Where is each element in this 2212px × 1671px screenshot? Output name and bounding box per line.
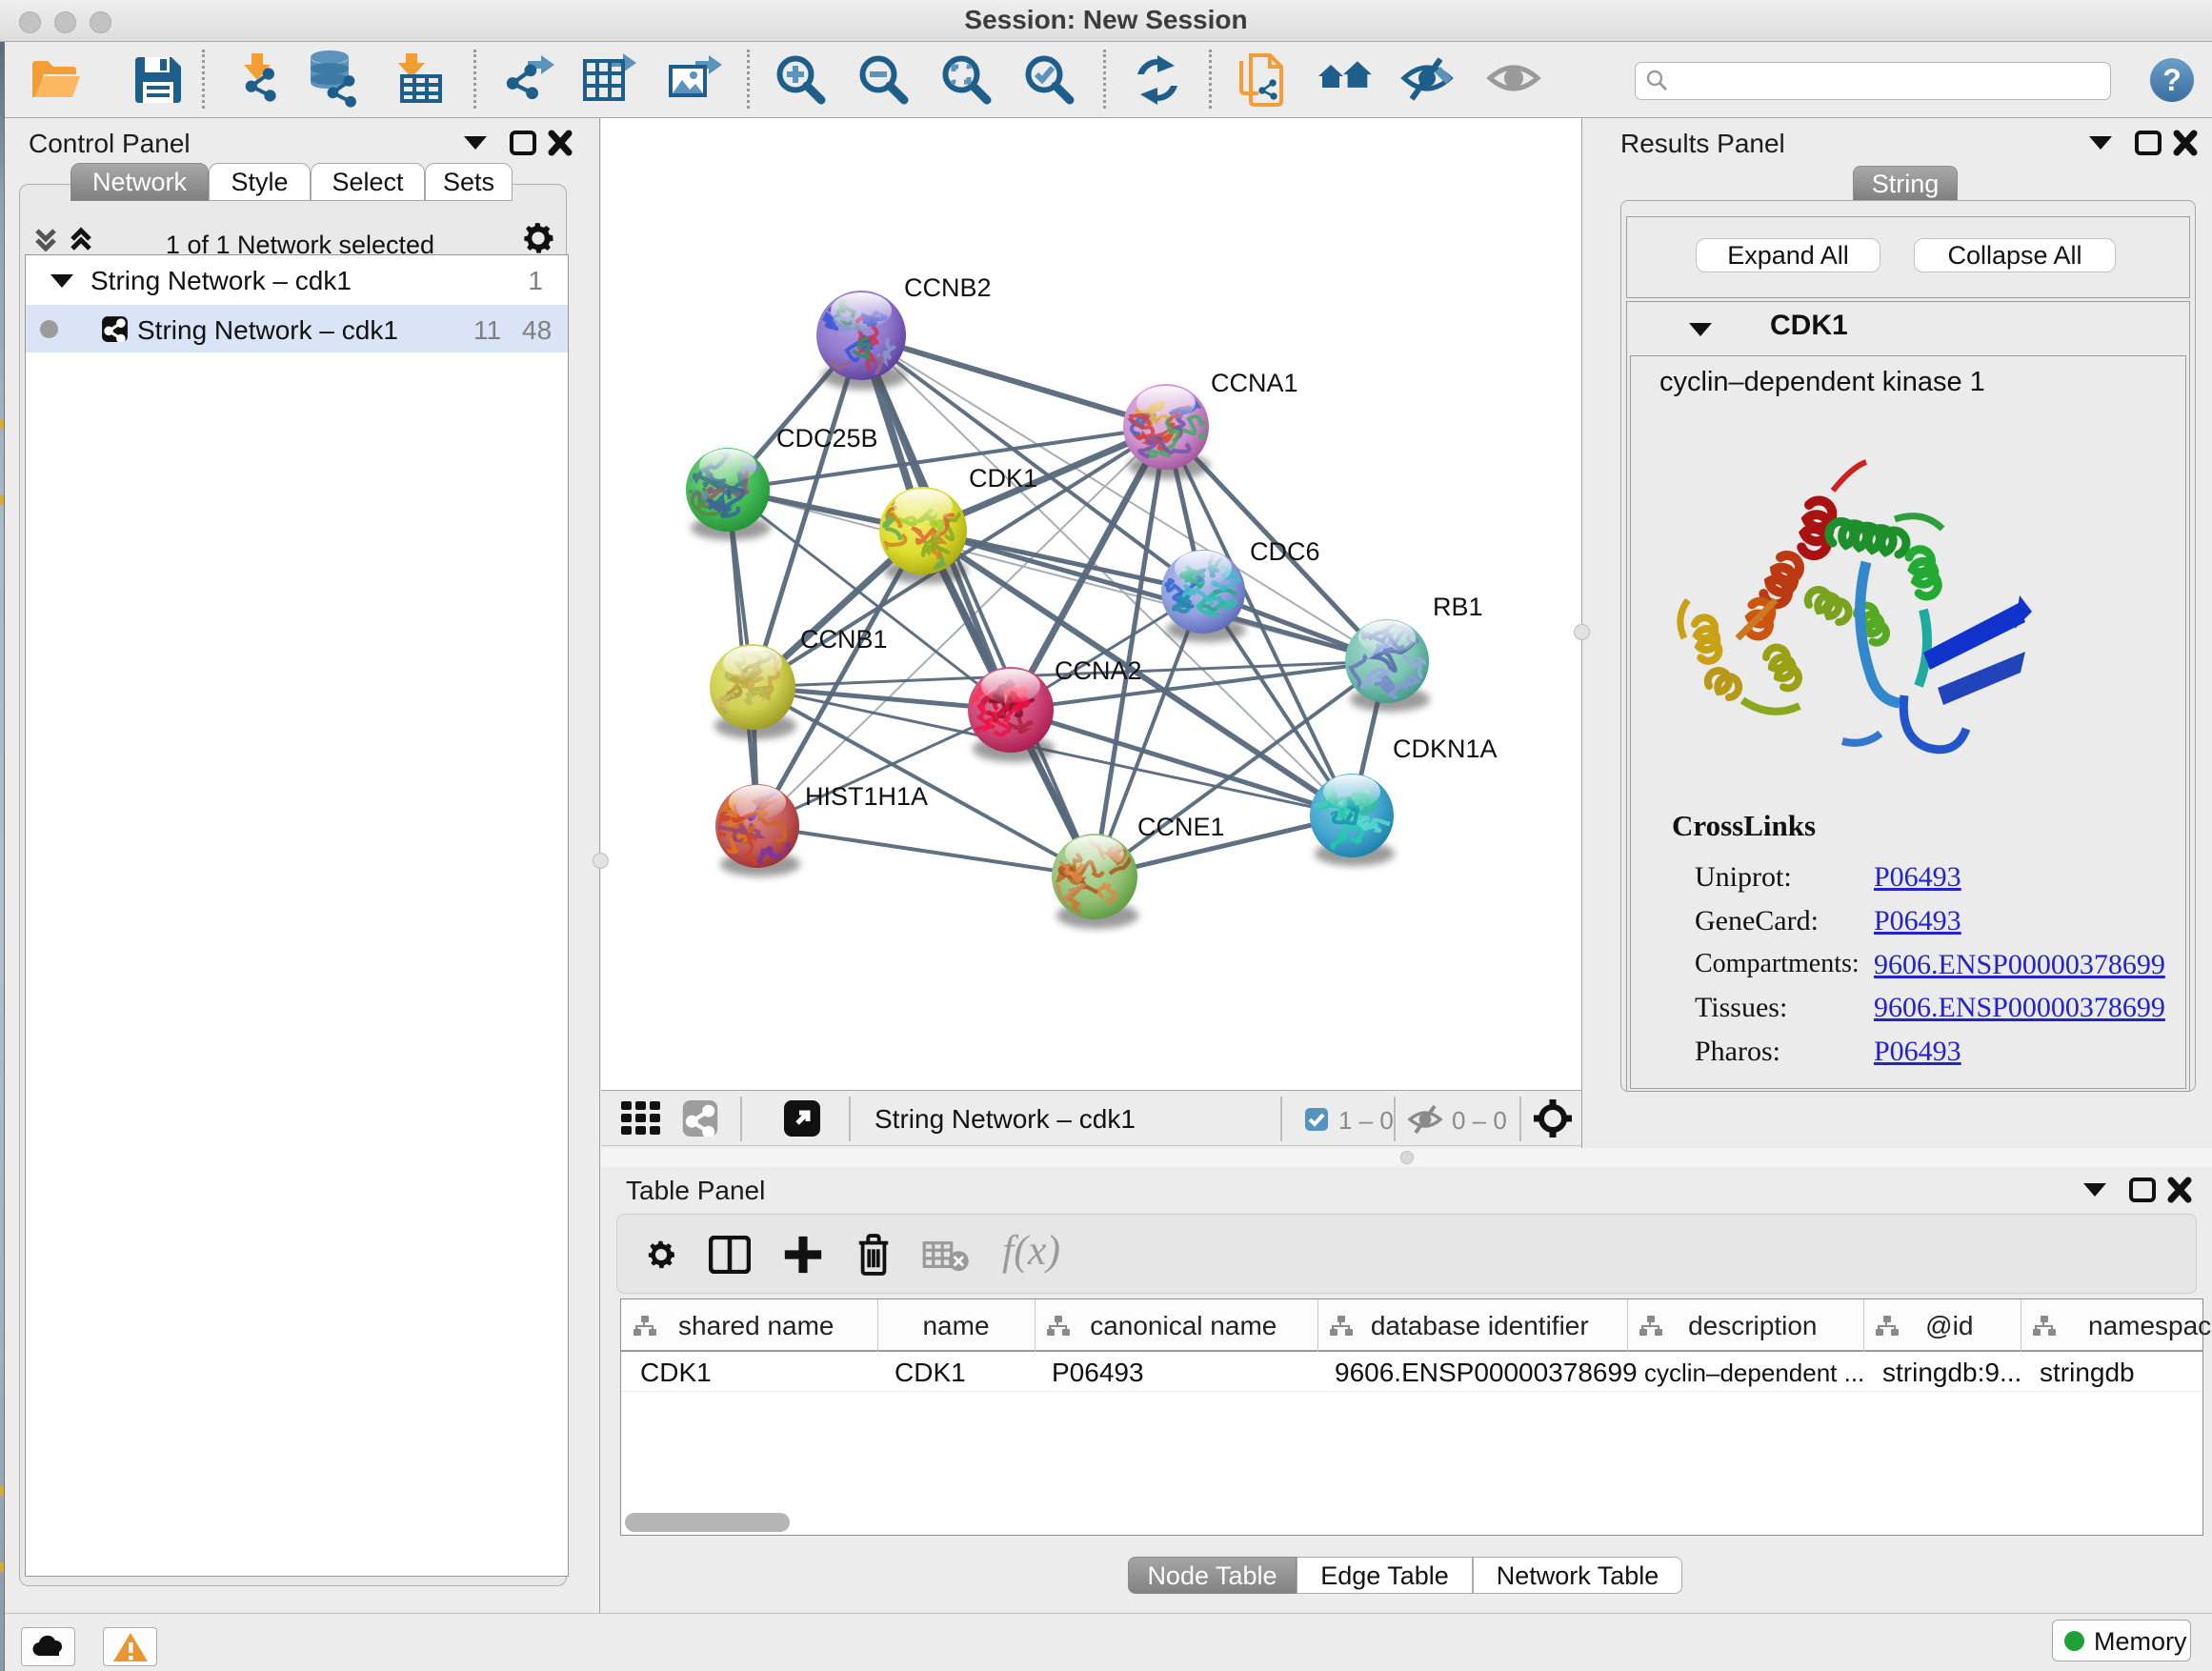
svg-text:HIST1H1A: HIST1H1A: [805, 782, 928, 811]
svg-text:CCNA1: CCNA1: [1211, 369, 1298, 397]
svg-text:CDKN1A: CDKN1A: [1393, 735, 1498, 763]
svg-text:CDC25B: CDC25B: [776, 424, 878, 453]
svg-text:CDC6: CDC6: [1250, 537, 1320, 566]
svg-text:CCNB1: CCNB1: [800, 625, 888, 654]
svg-text:CDK1: CDK1: [969, 464, 1037, 493]
svg-text:RB1: RB1: [1433, 593, 1483, 621]
svg-text:CCNE1: CCNE1: [1137, 813, 1225, 841]
svg-text:CCNA2: CCNA2: [1055, 656, 1142, 685]
svg-text:CCNB2: CCNB2: [904, 273, 992, 302]
